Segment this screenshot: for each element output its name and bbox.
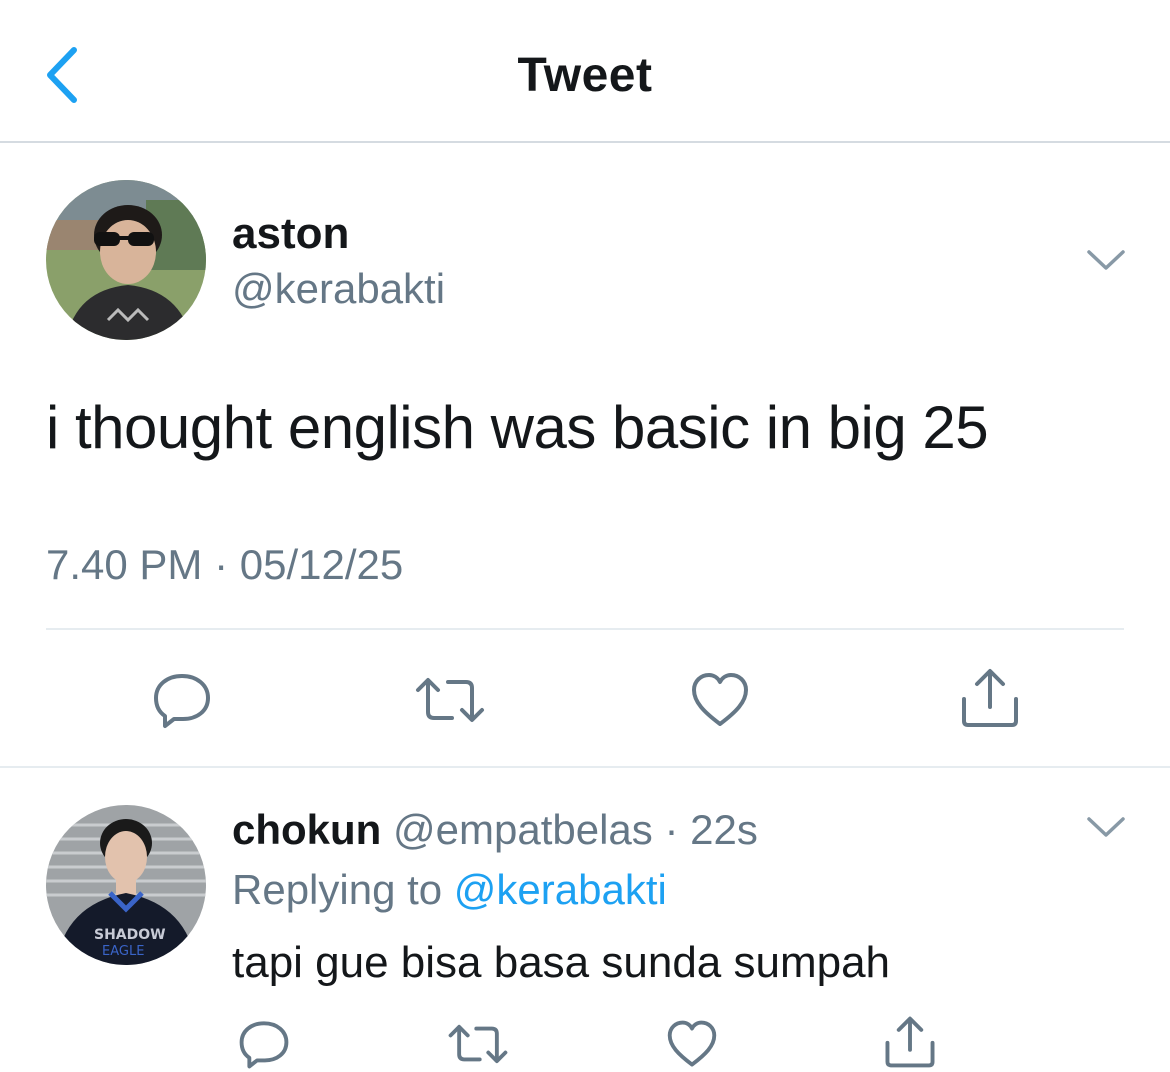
- reply-tweet: SHADOW EAGLE chokun @empatbelas · 22s Re…: [0, 770, 1170, 1072]
- author-handle[interactable]: @empatbelas: [393, 806, 653, 853]
- reply-age[interactable]: 22s: [690, 806, 758, 853]
- tweet-timestamp[interactable]: 7.40 PM · 05/12/25: [46, 541, 403, 589]
- like-button[interactable]: [688, 670, 752, 730]
- chevron-down-icon: [1087, 250, 1125, 270]
- avatar-image: SHADOW EAGLE: [46, 805, 206, 965]
- reply-text: tapi gue bisa basa sunda sumpah: [232, 938, 891, 987]
- share-button[interactable]: [882, 1014, 938, 1070]
- chevron-down-icon: [1087, 817, 1125, 837]
- replying-to-label: Replying to: [232, 866, 454, 913]
- reply-icon: [239, 1021, 289, 1069]
- main-tweet: aston @kerabakti i thought english was b…: [0, 143, 1170, 768]
- reply-button[interactable]: [236, 1018, 292, 1070]
- share-button[interactable]: [958, 666, 1022, 730]
- like-icon: [692, 673, 748, 726]
- replying-to: Replying to @kerabakti: [232, 866, 667, 914]
- avatar[interactable]: [46, 180, 206, 340]
- author-name[interactable]: aston: [232, 209, 349, 259]
- share-icon: [962, 669, 1018, 727]
- retweet-icon: [448, 1024, 508, 1064]
- tweet-text: i thought english was basic in big 25: [46, 394, 989, 461]
- share-icon: [885, 1016, 935, 1068]
- replying-to-mention[interactable]: @kerabakti: [454, 866, 667, 913]
- reply-icon: [154, 674, 210, 728]
- author-handle[interactable]: @kerabakti: [232, 265, 445, 313]
- avatar[interactable]: SHADOW EAGLE: [46, 805, 206, 965]
- like-button[interactable]: [664, 1018, 720, 1070]
- reply-button[interactable]: [150, 670, 214, 730]
- like-icon: [667, 1020, 717, 1067]
- page-title: Tweet: [517, 49, 653, 102]
- reply-header: chokun @empatbelas · 22s: [232, 806, 758, 854]
- retweet-icon: [416, 678, 484, 722]
- retweet-button[interactable]: [414, 670, 486, 730]
- svg-text:EAGLE: EAGLE: [102, 944, 144, 959]
- avatar-image: [46, 180, 206, 340]
- meta-separator: ·: [652, 806, 691, 853]
- divider: [46, 628, 1124, 630]
- retweet-button[interactable]: [446, 1018, 510, 1070]
- tweet-options-button[interactable]: [1084, 245, 1128, 275]
- reply-options-button[interactable]: [1084, 812, 1128, 842]
- author-name[interactable]: chokun: [232, 806, 381, 853]
- svg-text:SHADOW: SHADOW: [94, 927, 166, 943]
- top-nav-bar: Tweet: [0, 0, 1170, 143]
